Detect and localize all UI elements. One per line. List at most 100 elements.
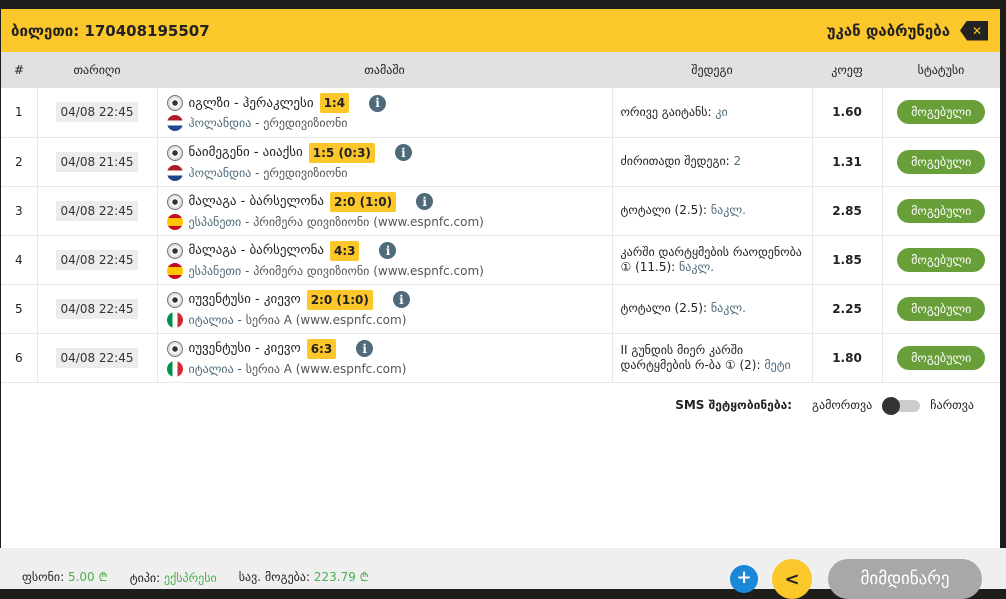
match-date: 04/08 22:45 [55,249,139,270]
bet-market: ტოტალი (2.5): [620,301,711,315]
close-icon[interactable]: ✕ [960,20,988,41]
match-teams: იუვენტუსი - კიევო [188,341,301,356]
football-icon [166,95,183,112]
ticket-modal: ბილეთი: 170408195507 უკან დაბრუნება ✕ # თ… [1,9,1000,589]
odds: 1.85 [812,235,883,285]
table-row: 2 04/08 21:45 ნაიმეგენი - აიაქსი 1:5 (0:3… [1,137,1000,187]
type-value: ექსპრესი [164,571,217,585]
odds: 1.80 [812,333,883,383]
bet-market: ტოტალი (2.5): [620,203,711,217]
football-icon [166,144,183,161]
league: - სერია A (www.espnfc.com) [233,312,407,327]
bet-market: ძირითადი შედეგი: [620,154,734,168]
row-number: 4 [1,235,38,285]
current-status-button[interactable]: მიმდინარე [828,559,982,599]
match-score: 1:5 (0:3) [308,142,375,163]
football-icon [166,242,183,259]
ticket-title: ბილეთი: 170408195507 [11,21,210,40]
status-badge: მოგებული [897,296,986,321]
country: იტალია [188,312,234,327]
football-icon [166,340,183,357]
odds: 1.31 [812,137,883,187]
bet-selection: ნაკლ. [710,203,746,217]
match-teams: იუვენტუსი - კიევო [188,292,301,307]
flag-icon [166,262,183,279]
info-icon[interactable]: i [394,144,412,161]
sms-off-label: გამორთვა [812,398,873,412]
column-header: თარიღი [37,52,157,88]
country: ესპანეთი [188,214,242,229]
table-row: 4 04/08 22:45 მალაგა - ბარსელონა 4:3 i ესპ… [1,235,1000,285]
sms-toggle[interactable] [882,397,921,415]
flag-icon [166,360,183,377]
match-date: 04/08 21:45 [55,151,139,172]
flag-icon [166,164,183,181]
stake-value: 5.00 ₾ [67,570,108,584]
match-score: 4:3 [329,240,360,261]
status-badge: მოგებული [897,198,986,223]
info-icon[interactable]: i [369,94,387,112]
match-score: 2:0 (1:0) [329,191,397,212]
league: - პრიმერა დივიზიონი (www.espnfc.com) [241,214,484,229]
modal-header: ბილეთი: 170408195507 უკან დაბრუნება ✕ [1,9,1000,52]
column-header: # [1,52,37,88]
league: - ერედივიზიონი [251,116,348,131]
country: ჰოლანდია [188,116,252,131]
win-label: სავ. მოგება: [238,570,311,584]
match-date: 04/08 22:45 [55,200,139,221]
info-icon[interactable]: i [416,193,434,210]
bet-selection: ნაკლ. [710,301,746,315]
stake-label: ფსონი: [22,570,65,584]
football-icon [166,193,183,210]
win-value: 223.79 ₾ [313,570,369,584]
table-row: 3 04/08 22:45 მალაგა - ბარსელონა 2:0 (1:0… [1,186,1000,236]
sms-notification: SMS შეტყობინება: გამორთვა ჩართვა [675,397,974,415]
bet-market: II გუნდის მიერ კარში დარტყმების რ-ბა ① (… [620,342,765,372]
country: ჰოლანდია [188,165,252,180]
match-teams: ნაიმეგენი - აიაქსი [188,145,303,160]
league: - ერედივიზიონი [251,165,348,180]
back-button[interactable]: უკან დაბრუნება ✕ [826,20,988,41]
info-icon[interactable]: i [356,340,374,357]
status-badge: მოგებული [897,100,986,125]
bet-market: ორივე გაიტანს: [620,104,716,119]
country: იტალია [188,361,234,376]
row-number: 3 [1,186,38,236]
bet-selection: ნაკლ. [679,259,715,274]
status-badge: მოგებული [897,149,986,174]
flag-icon [166,115,183,132]
share-button[interactable]: < [772,559,812,599]
match-teams: მალაგა - ბარსელონა [188,243,324,258]
table-row: 6 04/08 22:45 იუვენტუსი - კიევო 6:3 i იტალ… [1,333,1000,383]
match-teams: მალაგა - ბარსელონა [188,194,324,209]
type-label: ტიპი: [129,571,161,585]
column-header: შედეგი [612,52,812,88]
flag-icon [166,213,183,230]
row-number: 6 [1,333,38,383]
info-icon[interactable]: i [392,291,410,308]
row-number: 5 [1,284,38,334]
bet-selection: მეტი [764,357,791,372]
match-date: 04/08 22:45 [55,347,139,368]
row-number: 1 [1,88,38,138]
status-badge: მოგებული [897,345,986,370]
column-header: სტატუსი [882,52,1000,88]
match-score: 1:4 [319,93,350,114]
flag-icon [166,311,183,328]
league: - პრიმერა დივიზიონი (www.espnfc.com) [241,263,484,278]
sms-label: SMS შეტყობინება: [675,398,793,412]
table-row: 1 04/08 22:45 იგლზი - ჰერაკლესი 1:4 i ჰოლა… [1,88,1000,138]
share-icon: < [784,568,800,590]
match-date: 04/08 22:45 [55,298,139,319]
column-header: კოეფ [812,52,882,88]
bet-selection: კი [715,104,728,119]
bet-selection: 2 [733,154,742,168]
row-number: 2 [1,137,38,187]
bets-table: # თარიღი თამაში შედეგი კოეფ სტატუსი 1 04/08 2… [1,52,1000,383]
odds: 1.60 [812,88,883,138]
back-label: უკან დაბრუნება [826,21,950,40]
odds: 2.85 [812,186,883,236]
info-icon[interactable]: i [379,242,397,259]
football-icon [166,291,183,308]
table-row: 5 04/08 22:45 იუვენტუსი - კიევო 2:0 (1:0)… [1,284,1000,334]
